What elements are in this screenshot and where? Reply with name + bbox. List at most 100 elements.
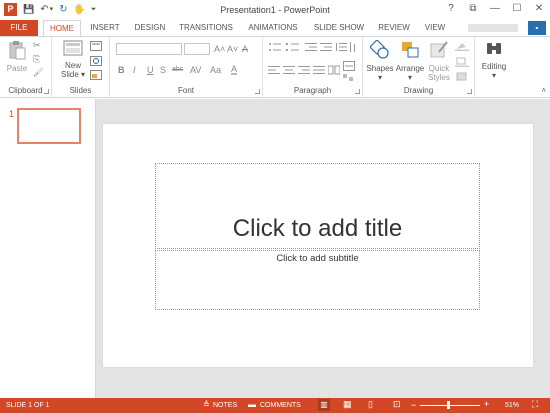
line-spacing-icon[interactable]	[335, 42, 347, 52]
text-direction-icon[interactable]	[349, 42, 359, 52]
normal-view-icon[interactable]: ▥	[318, 399, 330, 411]
drawing-group: Shapes ▾ Arrange ▾ Quick Styles Drawing	[363, 37, 475, 97]
smartart-icon[interactable]	[343, 74, 355, 82]
slide-thumbnail[interactable]	[17, 108, 81, 144]
comments-icon[interactable]: ▬	[248, 400, 256, 409]
tab-animations[interactable]: ANIMATIONS	[242, 20, 304, 36]
align-right-icon[interactable]	[298, 65, 310, 75]
powerpoint-window: P 💾 ↶ ▾ ↻ 🖐 ⏷ Presentation1 - PowerPoint…	[0, 0, 550, 413]
main-area: 1 Click to add title Click to add subtit…	[0, 99, 550, 398]
zoom-out-button[interactable]: −	[411, 400, 416, 410]
zoom-slider-thumb[interactable]	[447, 401, 450, 409]
new-slide-button[interactable]: New Slide ▾	[58, 40, 88, 79]
editing-group: Editing ▾	[475, 37, 511, 97]
zoom-slider[interactable]	[420, 405, 480, 406]
arrange-icon	[402, 42, 419, 58]
grow-font-icon[interactable]: A˄	[214, 44, 225, 54]
numbering-icon[interactable]	[286, 42, 300, 52]
increase-indent-icon[interactable]	[320, 42, 332, 52]
tab-home[interactable]: HOME	[43, 20, 81, 37]
clipboard-launcher[interactable]	[44, 89, 49, 94]
format-painter-icon[interactable]: 🖌	[33, 68, 43, 77]
maximize-button[interactable]: ☐	[506, 0, 528, 18]
character-spacing-button[interactable]: AV	[190, 65, 201, 75]
justify-icon[interactable]	[313, 65, 325, 75]
notes-button[interactable]: NOTES	[213, 402, 237, 409]
window-controls: ? ⧉ — ☐ ✕	[440, 0, 550, 18]
title-placeholder[interactable]: Click to add title	[155, 163, 480, 249]
arrange-button[interactable]: Arrange ▾	[395, 40, 425, 82]
zoom-in-button[interactable]: +	[484, 399, 489, 409]
thumbnail-pane[interactable]: 1	[0, 99, 96, 398]
change-case-button[interactable]: Aa	[210, 65, 221, 75]
font-launcher[interactable]	[255, 89, 260, 94]
tab-insert[interactable]: INSERT	[86, 20, 124, 36]
layout-icon[interactable]	[90, 41, 102, 51]
drawing-launcher[interactable]	[467, 89, 472, 94]
quick-label: Quick	[428, 64, 450, 73]
shrink-font-icon[interactable]: A˅	[227, 44, 238, 54]
strikethrough-button[interactable]: S	[160, 65, 166, 75]
minimize-button[interactable]: —	[484, 0, 506, 18]
tab-transitions[interactable]: TRANSITIONS	[175, 20, 237, 36]
tab-view[interactable]: VIEW	[420, 20, 450, 36]
help-button[interactable]: ?	[440, 0, 462, 18]
reading-view-icon[interactable]: ▯	[368, 399, 373, 410]
font-size-combo[interactable]	[184, 43, 210, 55]
align-text-icon[interactable]	[343, 61, 355, 71]
slides-group: New Slide ▾ Slides	[52, 37, 110, 97]
avatar[interactable]: ■	[528, 21, 546, 35]
tab-review[interactable]: REVIEW	[374, 20, 414, 36]
notes-icon[interactable]: ≜	[203, 400, 210, 409]
editing-dropdown-icon: ▾	[491, 71, 496, 80]
bold-button[interactable]: B	[118, 65, 125, 75]
zoom-level[interactable]: 51%	[505, 402, 519, 409]
shape-outline-icon[interactable]	[455, 57, 469, 67]
bullets-icon[interactable]	[268, 42, 282, 52]
ribbon-tabs: FILE HOME INSERT DESIGN TRANSITIONS ANIM…	[0, 20, 550, 37]
slide-number: 1	[9, 109, 15, 119]
shapes-dropdown-icon: ▾	[377, 73, 382, 82]
shape-effects-icon[interactable]	[455, 72, 469, 82]
editing-button[interactable]: Editing ▾	[479, 40, 509, 80]
paragraph-group: Paragraph	[263, 37, 363, 97]
font-name-combo[interactable]	[116, 43, 182, 55]
new-slide-label: New	[64, 61, 81, 70]
fit-slide-icon[interactable]: ⛶	[532, 399, 538, 410]
tab-slide-show[interactable]: SLIDE SHOW	[310, 20, 368, 36]
tab-design[interactable]: DESIGN	[130, 20, 170, 36]
slide-show-icon[interactable]: ⊡	[393, 399, 401, 410]
paragraph-launcher[interactable]	[355, 89, 360, 94]
comments-button[interactable]: COMMENTS	[260, 402, 301, 409]
text-shadow-button[interactable]: abc	[172, 66, 183, 73]
subtitle-placeholder[interactable]: Click to add subtitle	[155, 250, 480, 310]
decrease-indent-icon[interactable]	[305, 42, 317, 52]
section-icon[interactable]	[90, 70, 102, 80]
quick-styles-button[interactable]: Quick Styles	[425, 40, 453, 82]
italic-button[interactable]: I	[133, 65, 136, 75]
font-color-icon[interactable]: A	[231, 65, 238, 75]
paste-button[interactable]: Paste	[4, 40, 30, 73]
ribbon-display-options-button[interactable]: ⧉	[462, 0, 484, 18]
clipboard-group: Paste ✂ ⎘ 🖌 Clipboard	[0, 37, 52, 97]
columns-icon[interactable]	[328, 65, 340, 75]
paste-label: Paste	[6, 64, 28, 73]
tab-file[interactable]: FILE	[0, 20, 38, 36]
new-slide-label-2: Slide ▾	[60, 70, 86, 79]
ribbon-home: Paste ✂ ⎘ 🖌 Clipboard New Slide ▾ Slides…	[0, 36, 550, 98]
collapse-ribbon-icon[interactable]: ˄	[541, 86, 546, 95]
copy-icon[interactable]: ⎘	[33, 54, 40, 65]
account-name[interactable]	[468, 24, 518, 32]
slide-canvas[interactable]: Click to add title Click to add subtitle	[103, 124, 533, 367]
align-left-icon[interactable]	[268, 65, 280, 75]
shape-fill-icon[interactable]	[455, 41, 469, 51]
clear-formatting-icon[interactable]: A	[242, 44, 248, 54]
close-button[interactable]: ✕	[528, 0, 550, 18]
underline-button[interactable]: U	[147, 65, 154, 75]
reset-icon[interactable]	[90, 56, 102, 66]
slide-sorter-icon[interactable]: ▦	[343, 399, 352, 410]
align-center-icon[interactable]	[283, 65, 295, 75]
shapes-button[interactable]: Shapes ▾	[365, 39, 395, 82]
slide-count-status: SLIDE 1 OF 1	[6, 402, 50, 409]
cut-icon[interactable]: ✂	[33, 40, 41, 51]
